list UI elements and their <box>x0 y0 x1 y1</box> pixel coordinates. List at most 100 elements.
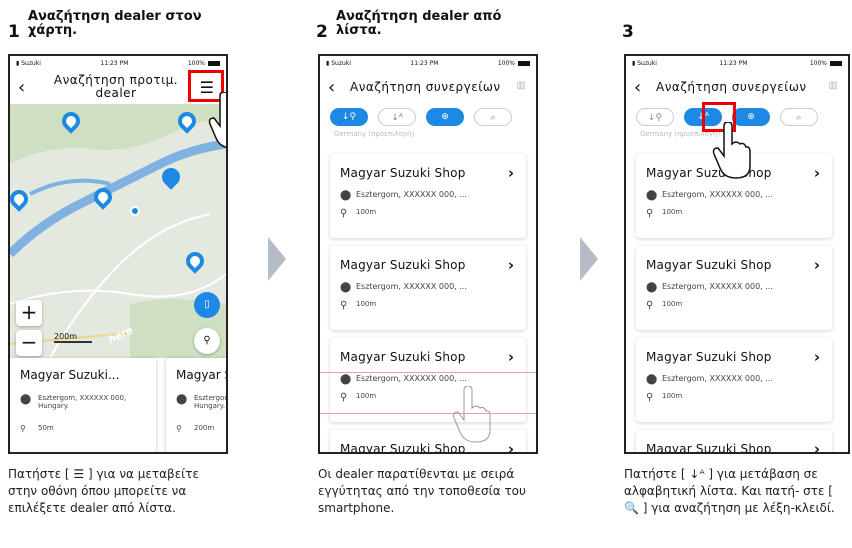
next-arrow-icon <box>268 237 286 281</box>
country-label: Germany (προεπιλογή) <box>334 130 415 138</box>
distance-icon: ⚲ <box>340 208 348 219</box>
time: 11:23 PM <box>100 59 129 67</box>
next-arrow-icon <box>580 237 598 281</box>
map-view[interactable]: + − ▯ ⚲ 200m here <box>10 104 226 358</box>
step-number: 3 <box>622 22 634 42</box>
battery-icon <box>208 60 220 66</box>
dealer-distance: ⚲ 100m <box>646 300 683 311</box>
dealer-list-item[interactable]: Magyar Suzuki Shop › ⬤ Esztergom, XXXXXX … <box>636 246 832 330</box>
step-caption: Πατήστε [ ↓ᴬ ] για μετάβαση σε αλφαβητικ… <box>624 467 835 515</box>
phone-screen-map: ▮ Suzuki 11:23 PM 100% ‹ Αναζήτηση προτι… <box>8 54 228 454</box>
dealer-distance: ⚲ 200m <box>176 424 215 433</box>
location-pin-icon: ⬤ <box>20 394 32 405</box>
distance-icon: ⚲ <box>646 392 654 403</box>
chevron-right-icon: › <box>507 164 514 182</box>
dealer-list-item[interactable]: Magyar Suzuki Shop › ⬤ Esztergom, XXXXXX … <box>636 338 832 422</box>
status-bar: ▮ Suzuki 11:23 PM 100% <box>626 56 848 70</box>
location-pin-icon: ⬤ <box>340 190 352 201</box>
dealer-list-item[interactable]: Magyar Suzuki Shop › ⬤ Esztergom, XXXXXX … <box>330 246 526 330</box>
step-title: Αναζήτηση dealer στον χάρτη. <box>28 9 202 38</box>
dealer-address: ⬤ Esztergom, XXXXXX 000, ... <box>646 374 773 385</box>
dealer-address: ⬤ Esztergom, XXXXXX 000, ... <box>340 190 467 201</box>
battery-indicator: 100% <box>188 60 220 67</box>
route-button[interactable]: ⚲ <box>194 328 220 354</box>
chevron-right-icon: › <box>813 256 820 274</box>
phone-location-button[interactable]: ▯ <box>194 292 220 318</box>
map-icon[interactable]: ▥ <box>829 80 838 91</box>
time: 11:23 PM <box>410 59 439 67</box>
dealer-address: ⬤ Esztergom, XXXXXX 000, ... <box>646 190 773 201</box>
distance-icon: ⚲ <box>20 424 26 433</box>
page-title: Αναζήτηση συνεργείων <box>350 80 501 94</box>
chevron-right-icon: › <box>507 256 514 274</box>
map-icon[interactable]: ▥ <box>517 80 526 91</box>
chevron-right-icon: › <box>813 164 820 182</box>
dealer-list-item[interactable]: Magyar Suzuki Shop › <box>330 430 526 454</box>
scroll-indicator <box>320 372 536 414</box>
step-number: 2 <box>316 22 328 42</box>
dealer-card[interactable]: Magyar Suzuki... ⬤ Esztergom, XXXXXX 000,… <box>10 358 156 452</box>
dealer-name: Magyar Suzuki... <box>20 368 120 382</box>
dealer-address: ⬤ Esztergom, XXXXXX 000, Hungary. <box>20 394 127 410</box>
filter-bar: ↓⚲ ↓ᴬ ⊕ ⌕ <box>320 104 536 130</box>
country-button[interactable]: ⊕ <box>426 108 464 126</box>
battery-indicator: 100% <box>498 60 530 67</box>
dealer-card[interactable]: Magyar S ⬤ Esztergon Hungary. ⚲ 200m <box>166 358 228 452</box>
dealer-address: ⬤ Esztergon Hungary. <box>176 394 228 410</box>
chevron-right-icon: › <box>813 440 820 454</box>
dealer-name: Magyar Suzuki Shop <box>340 258 466 272</box>
sort-alphabetical-button[interactable]: ↓ᴬ <box>378 108 416 126</box>
step-number: 1 <box>8 22 20 42</box>
dealer-name: Magyar Suzuki Shop <box>646 350 772 364</box>
current-location-icon <box>130 206 140 216</box>
status-bar: ▮ Suzuki 11:23 PM 100% <box>320 56 536 70</box>
dealer-name: Magyar Suzuki Shop <box>340 166 466 180</box>
dealer-list-item[interactable]: Magyar Suzuki Shop › ⬤ Esztergom, XXXXXX … <box>330 154 526 238</box>
step-caption: Οι dealer παρατίθενται με σειρά εγγύτητα… <box>318 467 526 515</box>
header: ‹ Αναζήτηση συνεργείων ▥ <box>626 70 848 104</box>
search-button[interactable]: ⌕ <box>780 108 818 126</box>
dealer-name: Magyar Suzuki Shop <box>646 258 772 272</box>
sort-distance-button[interactable]: ↓⚲ <box>636 108 674 126</box>
dealer-name: Magyar S <box>176 368 228 382</box>
battery-indicator: 100% <box>810 60 842 67</box>
sort-distance-button[interactable]: ↓⚲ <box>330 108 368 126</box>
location-pin-icon: ⬤ <box>340 282 352 293</box>
map-terrain <box>10 104 226 358</box>
chevron-right-icon: › <box>813 348 820 366</box>
time: 11:23 PM <box>719 59 748 67</box>
distance-icon: ⚲ <box>646 300 654 311</box>
step-caption: Πατήστε [ ☰ ] για να μεταβείτε στην οθόν… <box>8 467 199 515</box>
phone-screen-list-sort: ▮ Suzuki 11:23 PM 100% ‹ Αναζήτηση συνερ… <box>624 54 850 454</box>
dealer-name: Magyar Suzuki Shop <box>340 350 466 364</box>
back-icon[interactable]: ‹ <box>634 77 652 98</box>
back-icon[interactable]: ‹ <box>18 77 36 98</box>
step-title: Αναζήτηση dealer από λίστα. <box>336 9 502 38</box>
dealer-distance: ⚲ 100m <box>646 208 683 219</box>
header: ‹ Αναζήτηση συνεργείων ▥ <box>320 70 536 104</box>
zoom-out-button[interactable]: − <box>16 330 42 356</box>
dealer-distance: ⚲ 100m <box>340 300 377 311</box>
location-pin-icon: ⬤ <box>646 282 658 293</box>
zoom-in-button[interactable]: + <box>16 300 42 326</box>
back-icon[interactable]: ‹ <box>328 77 346 98</box>
chevron-right-icon: › <box>507 440 514 454</box>
distance-icon: ⚲ <box>340 300 348 311</box>
status-bar: ▮ Suzuki 11:23 PM 100% <box>10 56 226 70</box>
carrier: ▮ Suzuki <box>632 59 657 67</box>
dealer-distance: ⚲ 50m <box>20 424 54 433</box>
distance-icon: ⚲ <box>176 424 182 433</box>
battery-icon <box>830 60 842 66</box>
dealer-name: Magyar Suzuki Shop <box>646 442 772 454</box>
dealer-list-item[interactable]: Magyar Suzuki Shop › <box>636 430 832 454</box>
phone-screen-list: ▮ Suzuki 11:23 PM 100% ‹ Αναζήτηση συνερ… <box>318 54 538 454</box>
dealer-distance: ⚲ 100m <box>340 208 377 219</box>
page-title: Αναζήτηση προτιμ. dealer <box>53 73 179 100</box>
map-scale: 200m <box>54 332 92 343</box>
carrier: ▮ Suzuki <box>16 59 41 67</box>
dealer-distance: ⚲ 100m <box>646 392 683 403</box>
carrier: ▮ Suzuki <box>326 59 351 67</box>
page-title: Αναζήτηση συνεργείων <box>656 80 807 94</box>
search-button[interactable]: ⌕ <box>474 108 512 126</box>
battery-icon <box>518 60 530 66</box>
